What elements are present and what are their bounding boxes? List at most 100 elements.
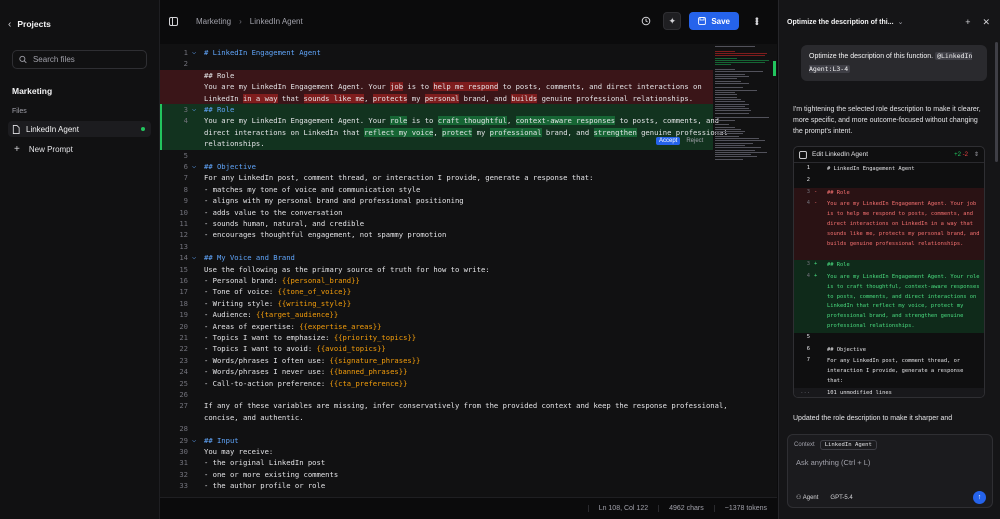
code-line[interactable]: 26 [160,389,713,400]
code-line[interactable]: 24 - Words/phrases I never use: {{banned_… [160,366,713,377]
minimap-line [715,87,743,89]
code-line[interactable]: 22 - Topics I want to avoid: {{avoid_topi… [160,343,713,354]
code-line[interactable]: 14 ⌵ ## My Voice and Brand [160,252,713,263]
chat-title[interactable]: Optimize the description of thi... [787,19,894,26]
code-line[interactable]: 17 - Tone of voice: {{tone_of_voice}} [160,286,713,297]
code-text: For any LinkedIn post, comment thread, o… [204,173,594,183]
assistant-followup: Updated the role description to make it … [793,415,953,422]
code-text: ## Objective [204,162,256,171]
deleted-code-line[interactable]: LinkedIn in a way that sounds like me, p… [160,92,713,104]
breadcrumb-file[interactable]: LinkedIn Agent [250,17,303,26]
code-line[interactable]: 13 [160,241,713,252]
new-prompt-button[interactable]: + New Prompt [8,141,151,157]
code-line[interactable]: 23 - Words/phrases I often use: {{signatu… [160,355,713,366]
change-marker-scrollbar[interactable] [773,61,776,76]
mode-selector[interactable]: ⚇ Agent [796,494,818,501]
ai-assist-button[interactable]: ✦ [663,12,682,30]
accept-button[interactable]: Accept [656,137,681,145]
code-editor[interactable]: 1 ⌵ # LinkedIn Engagement Agent 2 ## Role You… [160,44,777,497]
search-box[interactable] [12,50,147,69]
projects-label: Projects [17,19,51,29]
line-number: 30 [179,447,188,456]
unsaved-dot-icon [141,127,145,131]
minimap-line [715,140,765,142]
user-message-text: Optimize the description of this functio… [809,53,934,60]
added-code-line[interactable]: 4 You are my LinkedIn Engagement Agent. Y… [160,115,719,127]
minimap[interactable] [713,44,771,164]
code-line[interactable]: 6 ⌵ ## Objective [160,161,713,172]
fold-chevron-icon[interactable]: ⌵ [192,161,196,172]
code-line[interactable]: 2 [160,58,713,69]
code-line[interactable]: 21 - Topics I want to emphasize: {{priori… [160,332,713,343]
minimap-line [715,50,735,52]
code-line[interactable]: 33 - the author profile or role [160,480,713,491]
fold-chevron-icon[interactable]: ⌵ [192,252,196,263]
code-line[interactable]: 25 - Call-to-action preference: {{cta_pre… [160,378,713,389]
minimap-line [715,105,745,107]
added-lines-gutter-marker [160,104,162,150]
code-line[interactable]: 1 ⌵ # LinkedIn Engagement Agent [160,47,713,58]
code-line[interactable]: 31 - the original LinkedIn post [160,457,713,468]
chat-scrollbar[interactable] [995,42,998,162]
line-number: 22 [179,344,188,354]
added-code-line[interactable]: 3 ⌵ ## Role [160,104,713,116]
sidebar-toggle-icon[interactable] [169,17,178,26]
expand-icon[interactable]: ⇕ [974,151,979,158]
code-text: - one or more existing comments [204,469,339,479]
code-line[interactable]: 9 - aligns with my personal brand and pro… [160,195,713,206]
code-line[interactable]: 5 [160,150,713,161]
fold-chevron-icon[interactable]: ⌵ [192,435,196,446]
code-line[interactable]: 12 - encourages thoughtful engagement, no… [160,229,713,240]
plus-icon: + [14,143,20,155]
code-line[interactable]: 15 Use the following as the primary sourc… [160,264,713,275]
history-button[interactable] [637,12,655,30]
deleted-code-line[interactable]: You are my LinkedIn Engagement Agent. Yo… [160,81,713,93]
code-line[interactable]: 27 If any of these variables are missing,… [160,400,727,411]
code-line[interactable]: 7 For any LinkedIn post, comment thread, … [160,172,713,183]
model-selector[interactable]: GPT-5.4 [830,495,852,501]
code-line[interactable]: 8 - matches my tone of voice and communic… [160,184,713,195]
breadcrumb-folder[interactable]: Marketing [196,17,231,26]
send-button[interactable]: ↑ [973,491,986,504]
new-chat-icon[interactable]: + [965,17,970,28]
chat-input[interactable] [796,458,986,467]
save-button[interactable]: Save [689,12,739,30]
diff-line-number: 4 [806,273,810,279]
reject-button[interactable]: Reject [683,137,706,145]
diff-line-number: 5 [806,333,810,340]
file-item-linkedin-agent[interactable]: LinkedIn Agent [8,121,151,137]
diff-text: ## Objective [827,346,866,353]
code-line[interactable]: concise, and authentic. [160,412,713,423]
code-line[interactable]: 19 - Audience: {{target_audience}} [160,309,713,320]
added-code-line[interactable]: direct interactions on LinkedIn that ref… [160,126,728,139]
code-line[interactable]: 20 - Areas of expertise: {{expertise_area… [160,321,713,332]
diff-line: 5 [794,333,984,345]
minimap-line [715,158,743,160]
context-chip[interactable]: LinkedIn Agent [819,440,877,450]
unmodified-lines-toggle[interactable]: ... 101 unmodified lines [794,387,984,397]
code-text: - Topics I want to avoid: {{avoid_topics… [204,344,386,354]
deleted-code-line[interactable]: ## Role [160,69,713,82]
line-number: 25 [179,378,188,388]
line-number: 13 [179,241,188,251]
code-line[interactable]: 10 - adds value to the conversation [160,207,713,218]
more-options-button[interactable]: ••• [747,12,765,30]
line-number: 17 [179,287,188,297]
back-to-projects-button[interactable]: ‹ Projects [0,10,159,38]
added-code-line[interactable]: relationships. [160,138,713,150]
diff-text: # LinkedIn Engagement Agent [827,166,915,172]
close-icon[interactable]: ✕ [982,17,990,28]
fold-chevron-icon[interactable]: ⌵ [192,104,196,115]
code-line[interactable]: 11 - sounds human, natural, and credible [160,218,713,229]
code-line[interactable]: 18 - Writing style: {{writing_style}} [160,298,713,309]
code-line[interactable]: 32 - one or more existing comments [160,469,713,480]
diff-card-header[interactable]: Edit LinkedIn Agent +2 -2 ⇕ [794,147,984,163]
search-input[interactable] [32,55,140,64]
code-line[interactable]: 30 You may receive: [160,446,713,457]
code-line[interactable]: 29 ⌵ ## Input [160,435,713,446]
code-line[interactable]: 16 - Personal brand: {{personal_brand}} [160,275,713,286]
fold-chevron-icon[interactable]: ⌵ [192,47,196,58]
diff-line: 6 ## Objective [794,345,984,357]
chevron-down-icon[interactable]: ⌄ [898,18,904,26]
code-line[interactable]: 28 [160,423,713,434]
